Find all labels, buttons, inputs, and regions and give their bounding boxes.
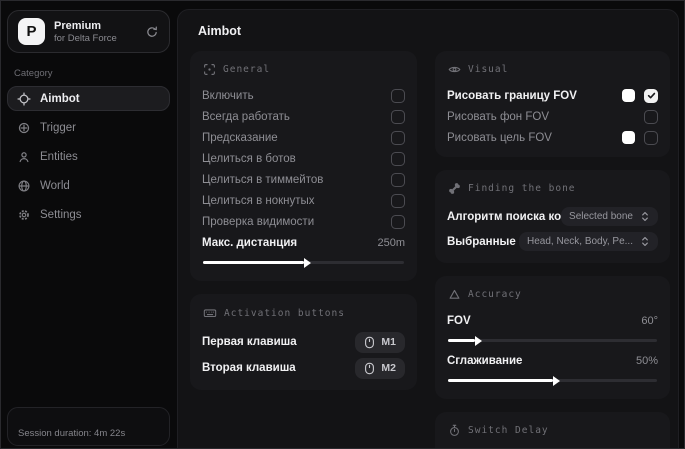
sidebar-item-trigger[interactable]: Trigger: [7, 115, 170, 140]
keybind-button-m2[interactable]: M2: [355, 357, 405, 379]
dropdown-value: Head, Neck, Body, Pe...: [527, 236, 633, 247]
mouse-icon: [364, 362, 375, 375]
visual-card: Visual Рисовать границу FOV Рисовать фон…: [435, 51, 670, 157]
option-label: Проверка видимости: [202, 215, 315, 228]
slider-value: 250m: [377, 236, 405, 249]
app-logo: P: [18, 18, 45, 45]
general-card: General Включить Всегда работать Предска…: [190, 51, 417, 281]
premium-title: Premium: [54, 19, 102, 32]
keybind-label: Первая клавиша: [202, 336, 297, 348]
checkbox-always-work[interactable]: [391, 109, 405, 124]
slider-value: 60°: [641, 314, 658, 327]
checkbox-target-teammates[interactable]: [391, 172, 405, 187]
refresh-icon[interactable]: [145, 25, 159, 39]
checkbox-target-bots[interactable]: [391, 151, 405, 166]
scan-frame-icon: [203, 63, 216, 76]
eye-icon: [448, 63, 461, 76]
checkbox-draw-fov-target[interactable]: [644, 130, 658, 145]
mouse-icon: [364, 336, 375, 349]
keybind-value: M1: [381, 336, 396, 348]
checkbox-visibility-check[interactable]: [391, 214, 405, 229]
finding-bone-card: Finding the bone Алгоритм поиска кост Se…: [435, 170, 670, 263]
bone-icon: [448, 182, 461, 195]
option-label: Включить: [202, 89, 254, 102]
category-label: Category: [14, 68, 53, 79]
trigger-scope-icon: [17, 121, 31, 135]
sidebar-item-entities[interactable]: Entities: [7, 144, 170, 169]
selected-bones-dropdown[interactable]: Head, Neck, Body, Pe...: [519, 232, 658, 251]
sidebar-item-label: World: [40, 179, 70, 192]
max-distance-slider[interactable]: [203, 257, 404, 268]
premium-subtitle: for Delta Force: [54, 32, 117, 44]
page-title: Aimbot: [198, 24, 242, 38]
chevron-up-down-icon: [640, 211, 650, 222]
option-label: Предсказание: [202, 131, 278, 144]
option-label: Всегда работать: [202, 110, 290, 123]
keybind-button-m1[interactable]: M1: [355, 331, 405, 353]
fov-slider[interactable]: [448, 335, 657, 346]
option-label: Целиться в нокнутых: [202, 194, 315, 207]
option-label: Целиться в ботов: [202, 152, 296, 165]
sidebar-item-label: Entities: [40, 150, 78, 163]
gear-icon: [17, 208, 31, 222]
option-label: Рисовать фон FOV: [447, 110, 549, 123]
sidebar-item-label: Trigger: [40, 121, 76, 134]
keybind-value: M2: [381, 362, 396, 374]
card-title: Switch Delay: [468, 425, 549, 436]
option-label: Рисовать цель FOV: [447, 131, 552, 144]
app-window: P Premium for Delta Force Category Aimbo…: [0, 0, 685, 449]
chevron-up-down-icon: [640, 236, 650, 247]
sidebar: P Premium for Delta Force Category Aimbo…: [1, 1, 177, 448]
sidebar-item-label: Aimbot: [40, 92, 80, 105]
slider-label: Макс. дистанция: [202, 236, 298, 249]
dropdown-value: Selected bone: [569, 211, 633, 222]
main-panel: Aimbot General Включить Всегда работать …: [177, 9, 679, 448]
sidebar-item-settings[interactable]: Settings: [7, 202, 170, 227]
color-swatch[interactable]: [622, 131, 635, 144]
card-title: Finding the bone: [468, 183, 576, 194]
card-title: Activation buttons: [224, 307, 345, 319]
activation-buttons-card: Activation buttons Первая клавиша M1 Вто…: [190, 294, 417, 390]
crosshair-icon: [17, 91, 31, 106]
switch-delay-card: Switch Delay Задержка переключения Задер…: [435, 412, 670, 448]
keyboard-icon: [203, 306, 217, 320]
color-swatch[interactable]: [622, 89, 635, 102]
setting-label: Выбранные кос: [447, 235, 519, 248]
smoothing-slider[interactable]: [448, 375, 657, 386]
person-scan-icon: [17, 150, 31, 164]
slider-value: 50%: [635, 354, 658, 367]
card-title: General: [223, 64, 271, 75]
checkbox-enable[interactable]: [391, 88, 405, 103]
checkbox-draw-fov-border[interactable]: [644, 88, 658, 103]
keybind-label: Вторая клавиша: [202, 362, 296, 374]
triangle-icon: [448, 288, 461, 301]
sidebar-item-world[interactable]: World: [7, 173, 170, 198]
stopwatch-icon: [448, 424, 461, 437]
card-title: Accuracy: [468, 289, 522, 300]
accuracy-card: Accuracy FOV 60° Сглаживание 50%: [435, 276, 670, 399]
slider-label: FOV: [447, 314, 471, 327]
checkbox-target-knocked[interactable]: [391, 193, 405, 208]
option-label: Целиться в тиммейтов: [202, 173, 324, 186]
option-label: Рисовать границу FOV: [447, 89, 577, 102]
premium-card: P Premium for Delta Force: [7, 10, 170, 53]
slider-label: Сглаживание: [447, 354, 523, 367]
setting-label: Алгоритм поиска кост: [447, 210, 562, 223]
session-duration-text: Session duration: 4m 22s: [18, 428, 126, 439]
globe-icon: [17, 179, 31, 193]
checkbox-prediction[interactable]: [391, 130, 405, 145]
sidebar-item-label: Settings: [40, 208, 82, 221]
session-duration: Session duration: 4m 22s: [7, 407, 170, 446]
card-title: Visual: [468, 64, 509, 75]
bone-algorithm-dropdown[interactable]: Selected bone: [561, 207, 658, 226]
checkbox-draw-fov-background[interactable]: [644, 109, 658, 124]
sidebar-item-aimbot[interactable]: Aimbot: [7, 86, 170, 111]
